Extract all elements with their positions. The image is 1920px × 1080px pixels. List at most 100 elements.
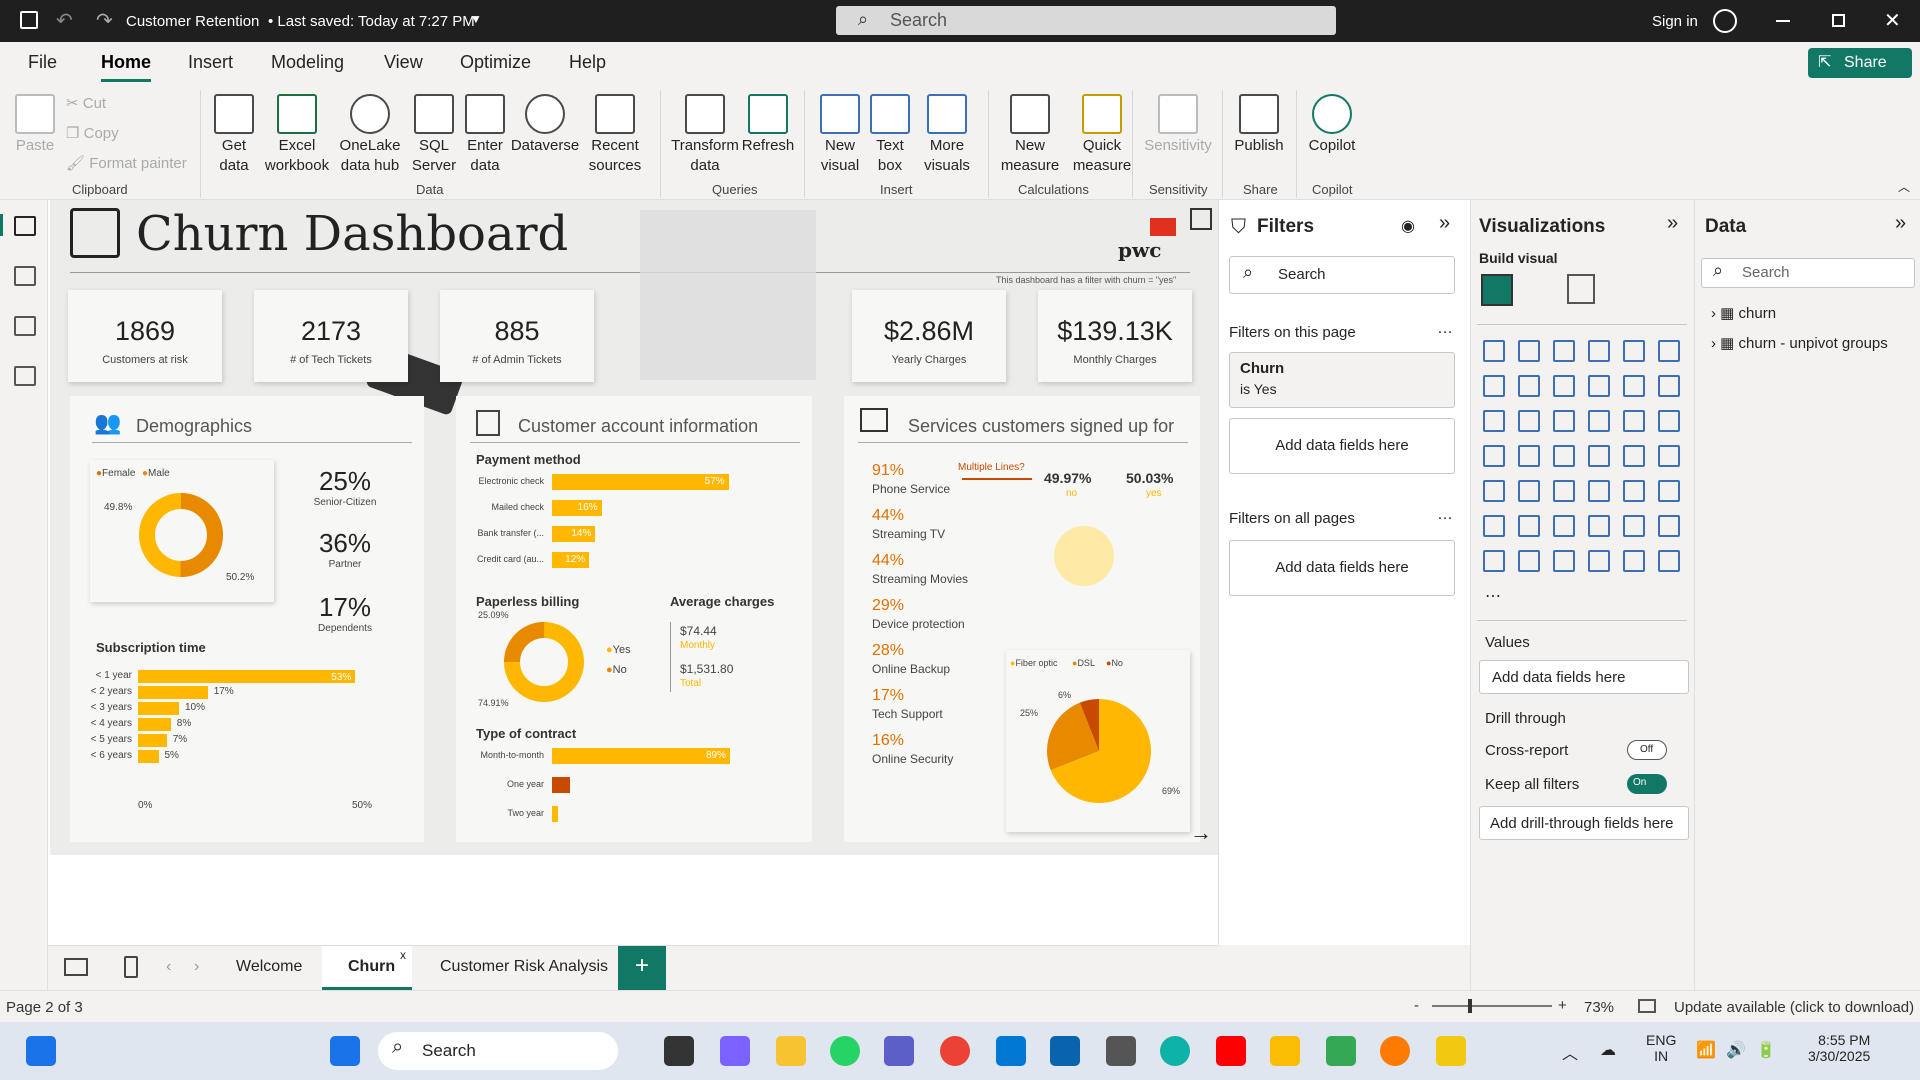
home-icon[interactable] [1190, 208, 1212, 230]
visual-type-icon[interactable] [1518, 515, 1540, 537]
visual-type-icon[interactable] [1553, 550, 1575, 572]
copy-button[interactable]: ❐ Copy [66, 124, 119, 142]
visual-type-icon[interactable] [1588, 340, 1610, 362]
more-visuals-button[interactable]: More visuals [914, 88, 980, 176]
format-painter-button[interactable]: 🖌 Format painter [66, 154, 187, 172]
table-view-icon[interactable] [14, 266, 36, 286]
visual-type-icon[interactable] [1553, 480, 1575, 502]
chevron-down-icon[interactable]: ▼ [470, 12, 482, 26]
filter-card-churn[interactable]: Churn is Yes [1229, 352, 1455, 408]
save-icon[interactable] [20, 11, 38, 29]
collapse-data-icon[interactable]: » [1895, 212, 1906, 235]
tab-customer-risk[interactable]: Customer Risk Analysis [440, 958, 608, 976]
refresh-button[interactable]: Refresh [740, 88, 796, 156]
clock[interactable]: 8:55 PM 3/30/2025 [1808, 1032, 1870, 1064]
add-all-pages-filter-field[interactable]: Add data fields here [1229, 540, 1455, 596]
visual-type-icon[interactable] [1623, 550, 1645, 572]
visual-type-icon[interactable] [1588, 375, 1610, 397]
visual-type-icon[interactable] [1658, 480, 1680, 502]
add-page-filter-field[interactable]: Add data fields here [1229, 418, 1455, 474]
enter-data-button[interactable]: Enter data [460, 88, 510, 176]
visual-type-icon[interactable] [1588, 445, 1610, 467]
visual-type-icon[interactable] [1588, 515, 1610, 537]
publish-button[interactable]: Publish [1230, 88, 1288, 156]
visual-type-icon[interactable] [1623, 445, 1645, 467]
visual-type-icon[interactable] [1658, 515, 1680, 537]
data-search-input[interactable]: Search [1701, 258, 1915, 288]
visual-type-icon[interactable] [1623, 515, 1645, 537]
calculator-app-icon[interactable] [1106, 1036, 1136, 1066]
zoom-thumb[interactable] [1468, 999, 1472, 1013]
values-field-well[interactable]: Add data fields here [1479, 660, 1689, 694]
widgets-icon[interactable] [26, 1036, 56, 1066]
model-view-icon[interactable] [14, 316, 36, 336]
collapse-ribbon-icon[interactable]: ︿ [1898, 178, 1910, 195]
visual-type-icon[interactable] [1623, 375, 1645, 397]
menu-view[interactable]: View [384, 52, 423, 73]
visual-type-icon[interactable] [1518, 410, 1540, 432]
powerbi-icon[interactable] [1436, 1036, 1466, 1066]
visual-type-icon[interactable] [1553, 375, 1575, 397]
new-visual-button[interactable]: New visual [812, 88, 868, 176]
visual-type-icon[interactable] [1518, 375, 1540, 397]
search-input[interactable]: Search [836, 6, 1336, 35]
visual-type-icon[interactable] [1483, 515, 1505, 537]
dataverse-button[interactable]: Dataverse [510, 88, 580, 156]
add-page-button[interactable]: + [618, 946, 666, 990]
drill-through-field-well[interactable]: Add drill-through fields here [1479, 806, 1689, 840]
visual-type-icon[interactable] [1658, 550, 1680, 572]
visual-type-icon[interactable] [1483, 375, 1505, 397]
visual-type-icon[interactable] [1588, 550, 1610, 572]
edge-icon[interactable] [1160, 1036, 1190, 1066]
menu-help[interactable]: Help [569, 52, 606, 73]
visual-type-icon[interactable] [1623, 340, 1645, 362]
next-arrow-icon[interactable]: → [1190, 820, 1212, 846]
more-visuals-icon[interactable]: ⋯ [1485, 586, 1501, 606]
menu-optimize[interactable]: Optimize [460, 52, 531, 73]
new-measure-button[interactable]: New measure [996, 88, 1064, 176]
collapse-filters-icon[interactable]: » [1439, 212, 1450, 235]
task-view-icon[interactable] [664, 1036, 694, 1066]
visual-type-icon[interactable] [1588, 480, 1610, 502]
sensitivity-button[interactable]: Sensitivity [1138, 88, 1218, 156]
visual-type-icon[interactable] [1553, 515, 1575, 537]
visual-type-icon[interactable] [1518, 480, 1540, 502]
sheets-icon[interactable] [1326, 1036, 1356, 1066]
fit-page-icon[interactable] [1638, 999, 1656, 1013]
visual-type-icon[interactable] [1518, 550, 1540, 572]
visual-type-icon[interactable] [1658, 340, 1680, 362]
transform-data-button[interactable]: Transform data [668, 88, 742, 176]
visual-type-icon[interactable] [1483, 445, 1505, 467]
table-item-churn-unpivot[interactable]: › ▦ churn - unpivot groups [1711, 334, 1888, 352]
undo-icon[interactable]: ↶ [56, 8, 73, 33]
visual-type-icon[interactable] [1658, 375, 1680, 397]
prev-page-icon[interactable]: ‹ [166, 958, 171, 976]
copilot-app-icon[interactable] [720, 1036, 750, 1066]
visual-type-icon[interactable] [1623, 480, 1645, 502]
avatar[interactable] [1713, 9, 1737, 33]
visual-type-icon[interactable] [1483, 480, 1505, 502]
report-view-icon[interactable] [14, 216, 36, 236]
chrome-icon[interactable] [940, 1036, 970, 1066]
store-icon[interactable] [996, 1036, 1026, 1066]
next-page-icon[interactable]: › [194, 958, 199, 976]
close-tab-icon[interactable]: x [400, 948, 406, 962]
zoom-level[interactable]: 73% [1584, 999, 1614, 1016]
language-indicator[interactable]: ENG IN [1646, 1032, 1676, 1064]
table-item-churn[interactable]: › ▦ churn [1711, 304, 1776, 322]
zoom-slider[interactable] [1432, 1005, 1552, 1007]
build-visual-icon[interactable] [1481, 274, 1513, 306]
file-explorer-icon[interactable] [776, 1036, 806, 1066]
cut-button[interactable]: ✂ Cut [66, 94, 106, 112]
sql-server-button[interactable]: SQL Server [408, 88, 460, 176]
start-icon[interactable] [330, 1036, 360, 1066]
eye-icon[interactable]: ◉ [1401, 216, 1415, 236]
filters-search-input[interactable]: Search [1229, 256, 1455, 294]
whatsapp-icon[interactable] [830, 1036, 860, 1066]
text-box-button[interactable]: Text box [866, 88, 914, 176]
menu-home[interactable]: Home [101, 52, 152, 82]
drive-icon[interactable] [1270, 1036, 1300, 1066]
desktop-layout-icon[interactable] [64, 958, 88, 976]
teams-icon[interactable] [884, 1036, 914, 1066]
report-page[interactable]: Churn Dashboard pwc This dashboard has a… [50, 200, 1218, 855]
